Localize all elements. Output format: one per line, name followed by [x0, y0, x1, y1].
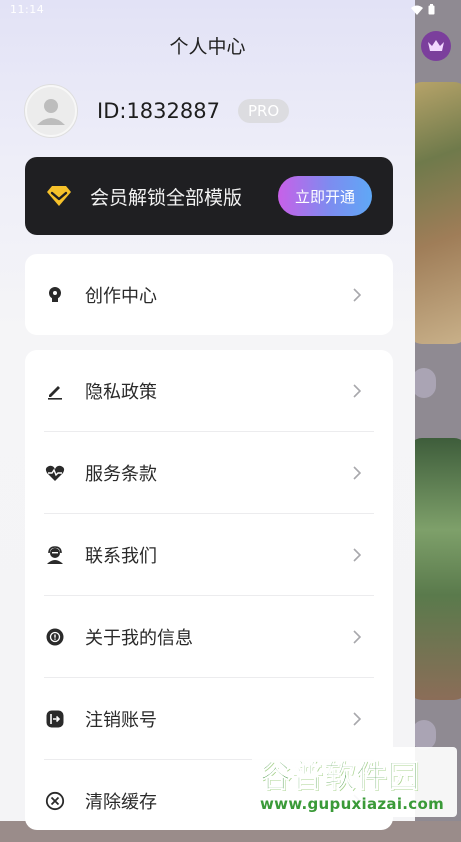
page-title: 个人中心: [169, 36, 246, 58]
menu-item-label: 服务条款: [85, 464, 157, 485]
default-avatar-icon: [37, 99, 65, 125]
info-icon: [45, 627, 65, 647]
menu-item-label: 创作中心: [85, 285, 157, 307]
menu-item-label: 清除缓存: [85, 792, 157, 813]
chevron-right-icon: [353, 384, 363, 398]
activate-vip-button[interactable]: 立即开通: [278, 176, 372, 216]
wifi-icon: [411, 5, 423, 15]
background-pill: [412, 368, 436, 398]
watermark-url: www.gupuxiazai.com: [260, 795, 445, 813]
crown-icon: [428, 40, 444, 51]
logout-icon: [45, 709, 65, 729]
chevron-right-icon: [353, 712, 363, 726]
profile-drawer: 个人中心 ID:1832887 PRO 会员解锁全部模版 立即开通 创作中心 隐…: [0, 0, 415, 830]
background-template-card[interactable]: [408, 82, 461, 344]
pro-badge: PRO: [237, 99, 290, 123]
battery-icon: [428, 4, 435, 15]
heart-pulse-icon: [45, 463, 65, 483]
chevron-right-icon: [353, 548, 363, 562]
chevron-right-icon: [353, 287, 363, 302]
support-agent-icon: [45, 545, 65, 565]
menu-item-contact-us[interactable]: 联系我们: [25, 514, 393, 596]
watermark: 谷普软件园 www.gupuxiazai.com: [252, 747, 457, 817]
status-bar: 11:14: [0, 0, 461, 22]
vip-banner[interactable]: 会员解锁全部模版 立即开通: [25, 157, 393, 235]
lightbulb-icon: [45, 285, 65, 305]
menu-item-terms-of-service[interactable]: 服务条款: [25, 432, 393, 514]
user-id: ID:1832887: [97, 99, 220, 123]
clear-cache-icon: [45, 791, 65, 811]
background-pill: [412, 720, 436, 750]
crown-vip-button[interactable]: [421, 31, 451, 61]
chevron-right-icon: [353, 466, 363, 480]
menu-item-privacy-policy[interactable]: 隐私政策: [25, 350, 393, 432]
vip-promo-text: 会员解锁全部模版: [90, 186, 243, 209]
diamond-icon: [45, 184, 73, 208]
status-time: 11:14: [10, 3, 45, 16]
background-template-card[interactable]: [408, 438, 461, 700]
menu-item-label: 联系我们: [85, 546, 157, 567]
menu-item-label: 注销账号: [85, 710, 157, 731]
status-icons: [411, 4, 435, 15]
profile-row: ID:1832887 PRO: [25, 85, 290, 137]
pencil-icon: [45, 381, 65, 401]
chevron-right-icon: [353, 630, 363, 644]
menu-item-label: 关于我的信息: [85, 628, 193, 649]
creation-center-card: 创作中心: [25, 254, 393, 335]
menu-item-label: 隐私政策: [85, 382, 157, 403]
menu-item-creation-center[interactable]: 创作中心: [25, 254, 393, 335]
avatar[interactable]: [25, 85, 77, 137]
menu-item-about-my-info[interactable]: 关于我的信息: [25, 596, 393, 678]
watermark-brand: 谷普软件园: [260, 759, 420, 796]
